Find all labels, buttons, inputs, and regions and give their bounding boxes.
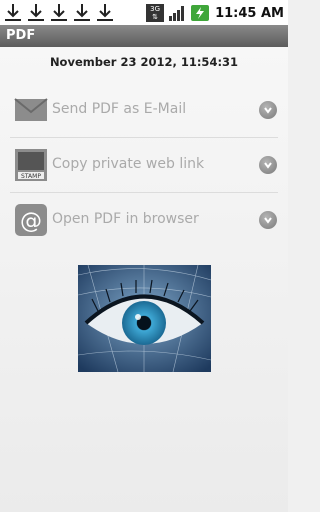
document-datetime: November 23 2012, 11:54:31 (49, 55, 239, 69)
at-sign-icon: @ (15, 204, 47, 236)
download-icon (5, 4, 21, 21)
clock: 11:45 AM (215, 5, 284, 21)
eye-image (78, 265, 211, 372)
chevron-down-icon[interactable] (259, 156, 277, 174)
main-content: November 23 2012, 11:54:31 Send PDF as E… (0, 47, 288, 512)
svg-text:@: @ (20, 209, 42, 234)
battery-icon (191, 5, 210, 21)
3g-icon: 3G ⇅ (146, 4, 165, 22)
network-type: 3G (150, 5, 161, 13)
download-icon (28, 4, 44, 21)
status-bar: 3G ⇅ 11:45 AM (0, 0, 288, 26)
send-email-label: Send PDF as E-Mail (52, 101, 187, 117)
copy-web-link-action[interactable]: STAMP Copy private web link (10, 138, 280, 192)
envelope-icon (14, 98, 48, 121)
page-title: PDF (6, 28, 36, 43)
title-bar: PDF (0, 25, 288, 47)
chevron-down-icon[interactable] (259, 101, 277, 119)
download-icon (97, 4, 113, 21)
chevron-down-icon[interactable] (259, 211, 277, 229)
stamp-icon: STAMP (15, 149, 47, 181)
open-in-browser-action[interactable]: @ Open PDF in browser (10, 193, 280, 247)
download-icon (51, 4, 67, 21)
open-in-browser-label: Open PDF in browser (52, 211, 199, 227)
signal-icon (169, 6, 185, 21)
svg-text:STAMP: STAMP (21, 173, 41, 180)
download-icon (74, 4, 90, 21)
send-email-action[interactable]: Send PDF as E-Mail (10, 83, 280, 137)
copy-web-link-label: Copy private web link (52, 156, 205, 172)
